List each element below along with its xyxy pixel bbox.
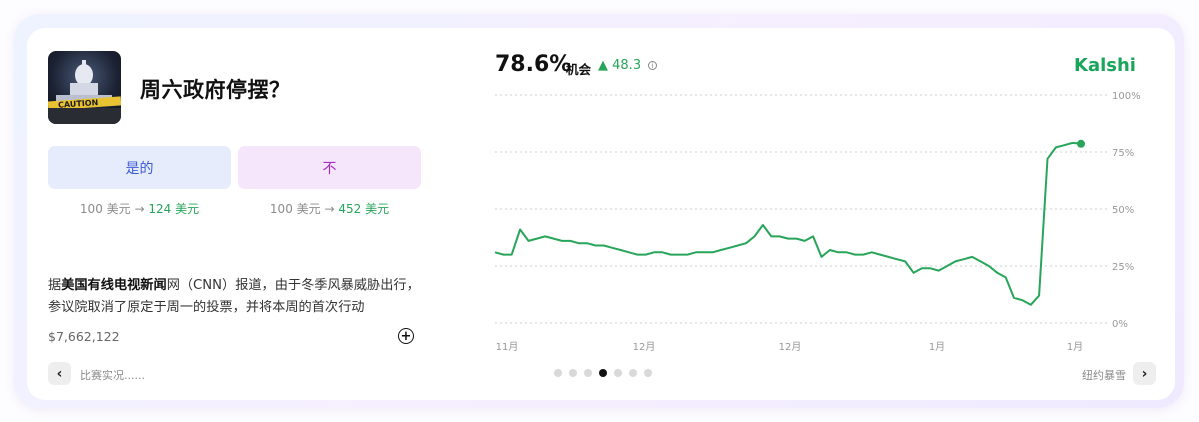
x-tick-label: 1月 [1067, 341, 1083, 353]
y-tick-label: 50% [1112, 205, 1134, 216]
current-value-point [1077, 139, 1085, 148]
y-tick-label: 100% [1112, 91, 1141, 102]
x-tick-label: 11月 [496, 341, 519, 353]
x-tick-label: 12月 [779, 341, 802, 353]
x-tick-label: 1月 [929, 341, 945, 353]
y-tick-label: 0% [1112, 319, 1128, 330]
probability-chart: 100% 75% 50% 25% 0% 11月 12月 12月 1月 1月 [494, 91, 1141, 353]
probability-series-line [494, 141, 1082, 306]
y-tick-label: 75% [1112, 148, 1134, 159]
y-tick-label: 25% [1112, 262, 1134, 273]
x-tick-label: 12月 [633, 341, 656, 353]
